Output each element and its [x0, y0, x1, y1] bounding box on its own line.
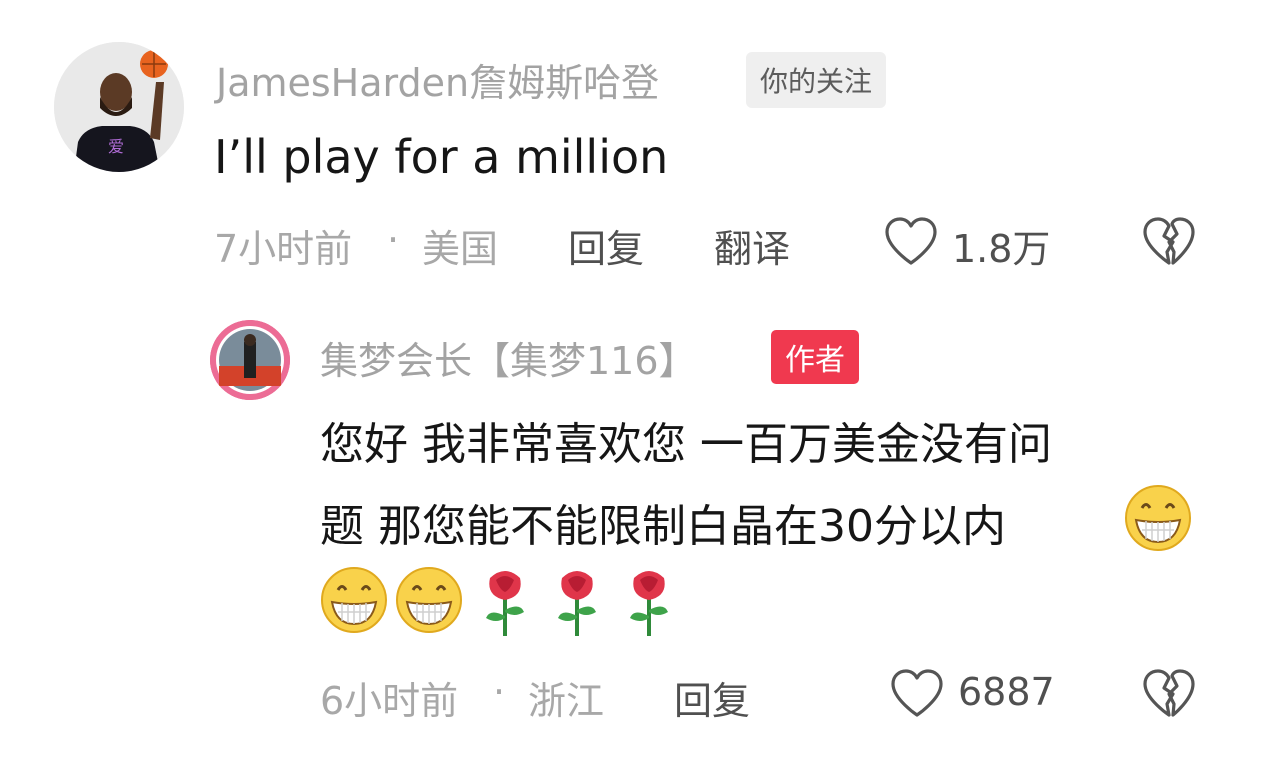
comment-text: I’ll play for a million	[214, 130, 669, 184]
rose-emoji	[480, 566, 530, 642]
meta-separator: ·	[493, 670, 506, 714]
broken-heart-icon	[1143, 217, 1195, 265]
reply-text-line-1: 您好 我非常喜欢您 一百万美金没有问	[320, 419, 1052, 470]
broken-heart-icon	[1143, 669, 1195, 717]
heart-icon	[885, 217, 937, 265]
grin-emoji	[320, 566, 388, 638]
reply-dislike-button[interactable]	[1140, 666, 1198, 720]
comment-location: 美国	[422, 227, 499, 271]
reply-like-count: 6887	[958, 670, 1055, 714]
reply-time: 6小时前	[320, 679, 459, 723]
like-count: 1.8万	[952, 227, 1051, 271]
reply-location: 浙江	[528, 679, 605, 723]
rose-emoji	[624, 566, 674, 642]
svg-text:爱: 爱	[108, 137, 124, 156]
avatar[interactable]: 爱	[54, 42, 184, 172]
grin-emoji	[1124, 484, 1192, 556]
avatar-image	[210, 320, 290, 400]
reply-button[interactable]: 回复	[568, 218, 644, 273]
heart-icon	[891, 669, 943, 717]
reply-reply-button[interactable]: 回复	[674, 670, 750, 725]
rose-emoji	[552, 566, 602, 642]
meta-separator: ·	[387, 218, 400, 262]
reply-like-button[interactable]	[888, 666, 946, 720]
like-button[interactable]	[882, 214, 940, 268]
reply-username[interactable]: 集梦会长【集梦116】	[320, 330, 697, 385]
comment-username[interactable]: JamesHarden詹姆斯哈登	[216, 52, 659, 107]
reply-text-line-2: 题 那您能不能限制白晶在30分以内	[320, 501, 1006, 552]
dislike-button[interactable]	[1140, 214, 1198, 268]
avatar-image: 爱	[54, 42, 184, 172]
grin-emoji	[395, 566, 463, 638]
follow-badge: 你的关注	[746, 52, 887, 108]
author-badge: 作者	[771, 330, 859, 384]
reply-avatar[interactable]	[210, 320, 290, 400]
comment-time: 7小时前	[214, 227, 353, 271]
translate-button[interactable]: 翻译	[714, 218, 790, 273]
